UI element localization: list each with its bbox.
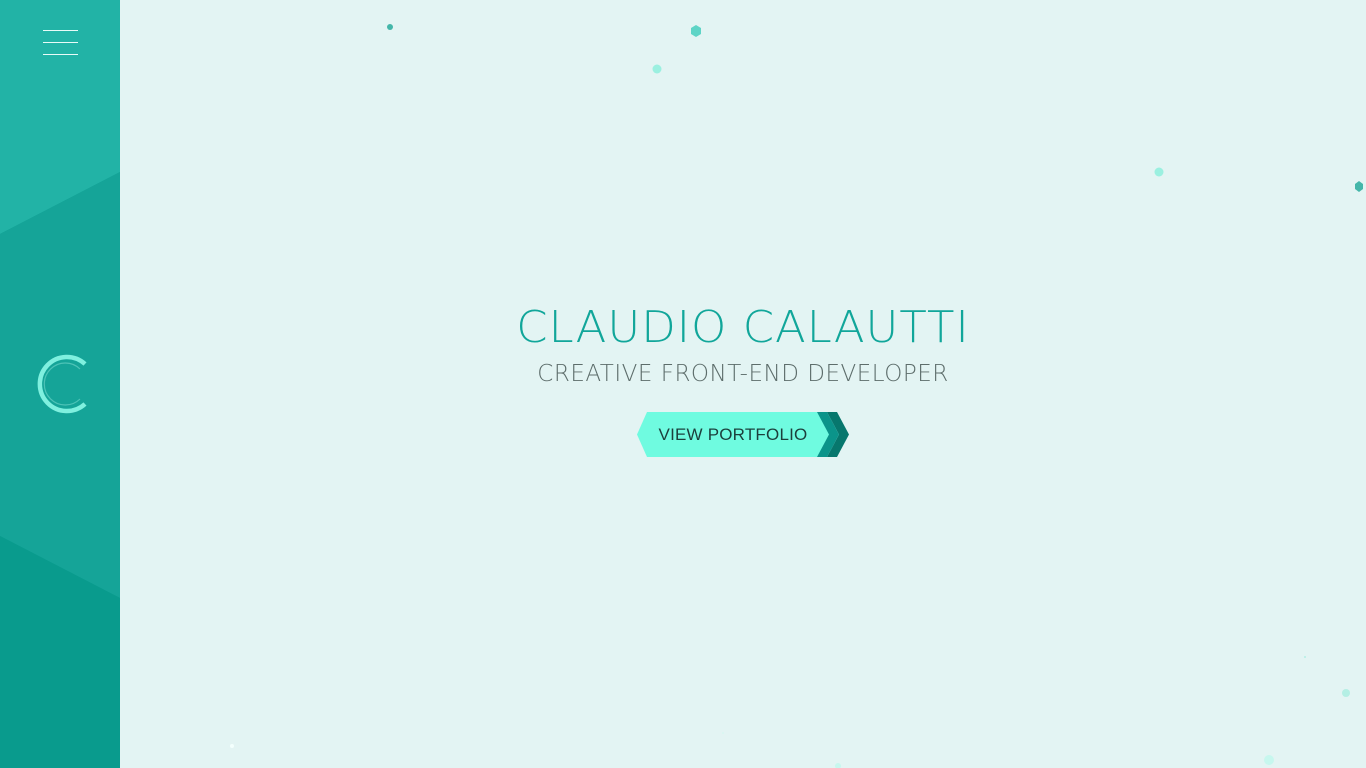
c-logo-icon xyxy=(37,354,87,414)
particle xyxy=(1355,181,1363,192)
particle xyxy=(691,25,701,37)
view-portfolio-button[interactable]: VIEW PORTFOLIO xyxy=(637,412,851,457)
particle xyxy=(835,763,841,768)
menu-line-icon xyxy=(43,42,78,43)
logo[interactable] xyxy=(30,352,92,416)
hero-name: CLAUDIO CALAUTTI xyxy=(516,302,970,353)
menu-line-icon xyxy=(43,54,78,55)
particle xyxy=(230,744,234,748)
sidebar xyxy=(0,0,120,768)
particle xyxy=(1264,755,1274,765)
menu-line-icon xyxy=(43,30,78,31)
hero: CLAUDIO CALAUTTI CREATIVE FRONT-END DEVE… xyxy=(120,300,1366,390)
particle xyxy=(1342,689,1350,697)
main-hero-area: CLAUDIO CALAUTTI CREATIVE FRONT-END DEVE… xyxy=(120,0,1366,768)
particle xyxy=(652,64,662,74)
particle xyxy=(387,24,393,30)
menu-button[interactable] xyxy=(38,26,82,60)
particle xyxy=(1304,656,1306,658)
particle xyxy=(722,732,724,734)
particle xyxy=(1154,167,1164,177)
view-portfolio-label: VIEW PORTFOLIO xyxy=(658,425,808,444)
hero-role: CREATIVE FRONT-END DEVELOPER xyxy=(537,361,949,387)
